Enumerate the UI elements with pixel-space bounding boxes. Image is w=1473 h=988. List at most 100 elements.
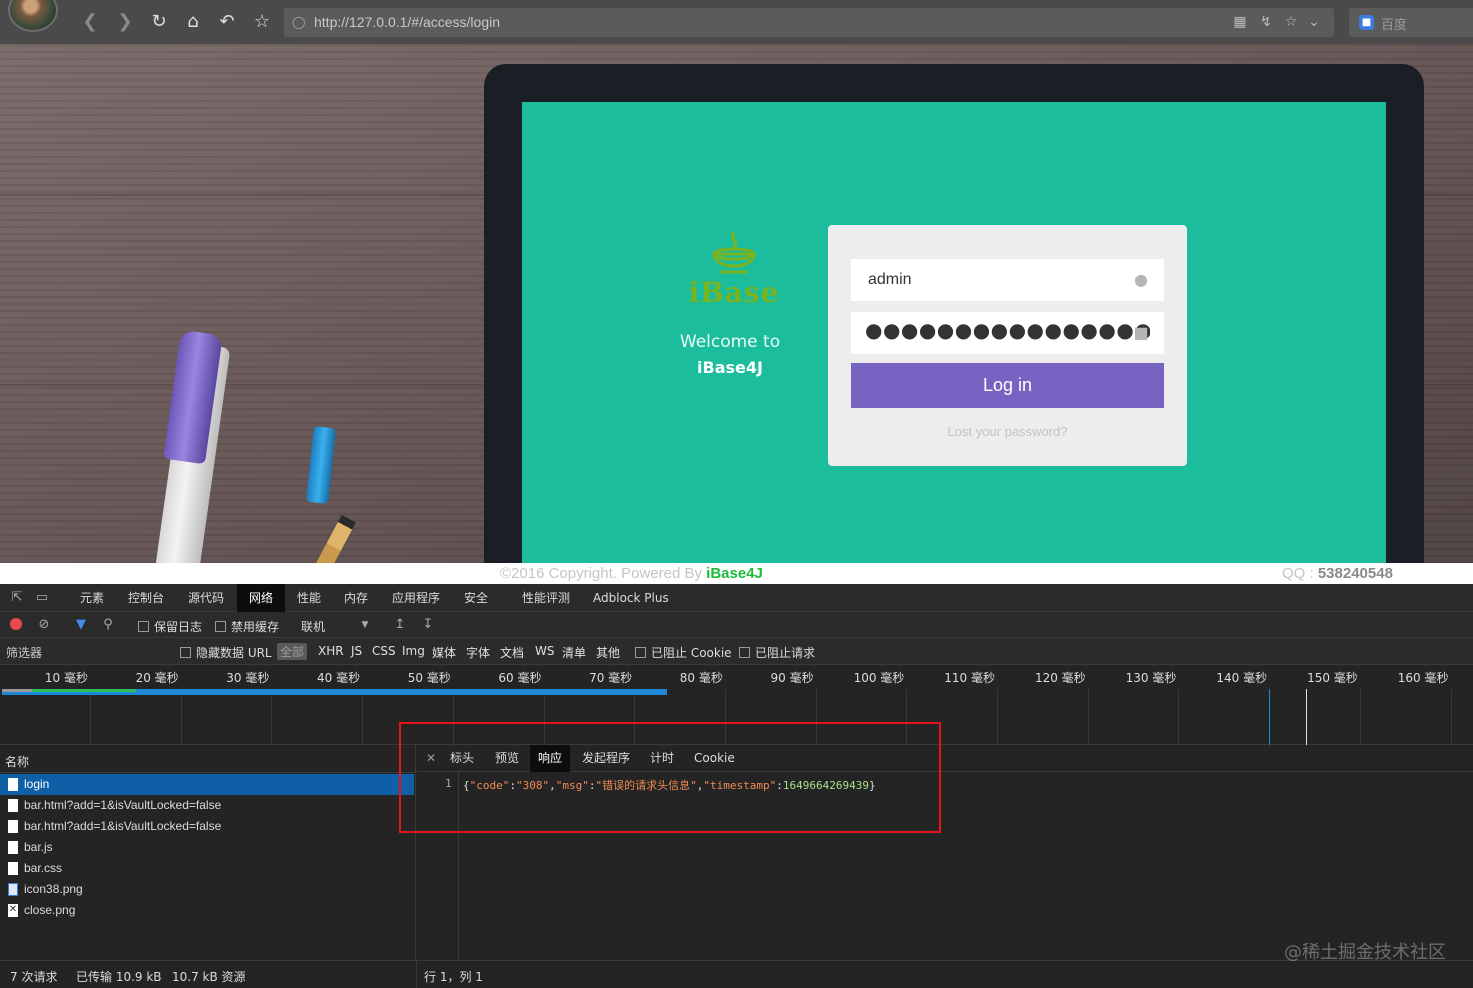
- document-icon: [8, 820, 18, 833]
- tab-adblock-plus[interactable]: Adblock Plus: [587, 584, 675, 612]
- disable-cache-checkbox[interactable]: 禁用缓存: [215, 618, 279, 634]
- home-icon[interactable]: ⌂: [181, 10, 205, 34]
- chevron-down-icon[interactable]: ▼: [357, 617, 373, 633]
- timeline-tick-label: 10 毫秒: [44, 671, 88, 685]
- request-row[interactable]: bar.html?add=1&isVaultLocked=false: [0, 795, 414, 816]
- search-icon[interactable]: ⚲: [100, 617, 116, 633]
- star-icon[interactable]: ☆: [250, 10, 274, 34]
- filter-manifest[interactable]: 清单: [562, 644, 586, 661]
- baidu-icon: ■: [1359, 15, 1374, 30]
- request-name: bar.js: [24, 840, 53, 854]
- filter-media[interactable]: 媒体: [432, 644, 456, 661]
- page-viewport: iBase Welcome to iBase4J admin ● ●●●●●●●…: [0, 44, 1473, 584]
- tab-lighthouse[interactable]: 性能评测: [516, 584, 576, 612]
- tab-elements[interactable]: 元素: [74, 584, 110, 612]
- tab-performance[interactable]: 性能: [291, 584, 327, 612]
- blocked-cookies-checkbox[interactable]: 已阻止 Cookie: [635, 644, 732, 660]
- filter-icon[interactable]: ▼: [73, 617, 89, 633]
- tab-network[interactable]: 网络: [237, 584, 286, 612]
- request-name: bar.html?add=1&isVaultLocked=false: [24, 798, 222, 812]
- timeline-gridline: [271, 689, 273, 745]
- request-name: bar.css: [24, 861, 63, 875]
- filter-img[interactable]: Img: [402, 644, 425, 658]
- username-field[interactable]: admin ●: [851, 259, 1164, 301]
- filter-ws[interactable]: WS: [535, 644, 554, 658]
- request-name: close.png: [24, 903, 76, 917]
- timeline-tick-label: 160 毫秒: [1397, 671, 1449, 685]
- timeline-tick-label: 70 毫秒: [589, 671, 633, 685]
- filter-other[interactable]: 其他: [596, 644, 620, 661]
- qq-number: 538240548: [1317, 565, 1393, 582]
- tab-sources[interactable]: 源代码: [182, 584, 230, 612]
- reload-icon[interactable]: ↻: [147, 10, 171, 34]
- hide-data-url-checkbox[interactable]: 隐藏数据 URL: [180, 644, 272, 660]
- watermark: @稀土掘金技术社区: [1284, 942, 1446, 963]
- browser-toolbar: ❮ ❯ ↻ ⌂ ↶ ☆ ◯ http://127.0.0.1/#/access/…: [0, 0, 1473, 44]
- chevron-down-icon[interactable]: ⌄: [1306, 14, 1322, 30]
- throttle-select[interactable]: 联机: [301, 618, 325, 634]
- copyright-text: ©2016 Copyright. Powered By iBase4J: [500, 565, 763, 582]
- request-row[interactable]: login: [0, 774, 414, 795]
- name-column-header[interactable]: 名称: [0, 751, 416, 773]
- filter-doc[interactable]: 文档: [500, 644, 524, 661]
- clear-icon[interactable]: ⊘: [36, 617, 52, 633]
- tab-security[interactable]: 安全: [458, 584, 494, 612]
- forward-icon[interactable]: ❯: [113, 10, 137, 34]
- blocked-requests-checkbox[interactable]: 已阻止请求: [739, 644, 815, 660]
- bookmark-star-icon[interactable]: ☆: [1283, 14, 1299, 30]
- inspect-icon[interactable]: ⇱: [9, 590, 25, 606]
- filter-input[interactable]: 筛选器: [6, 644, 42, 661]
- blue-cap-image: [306, 426, 336, 504]
- document-icon: [8, 778, 18, 791]
- request-name: bar.html?add=1&isVaultLocked=false: [24, 819, 222, 833]
- lightning-icon[interactable]: ↯: [1258, 14, 1274, 30]
- tab-console[interactable]: 控制台: [122, 584, 170, 612]
- request-row[interactable]: ✕ close.png: [0, 900, 414, 921]
- request-row[interactable]: bar.js: [0, 837, 414, 858]
- login-button[interactable]: Log in: [851, 363, 1164, 408]
- request-row[interactable]: bar.css: [0, 858, 414, 879]
- login-card: admin ● ●●●●●●●●●●●●●●●●●●●●●●●●●●●●●● ■…: [828, 225, 1187, 466]
- search-box[interactable]: ■ 百度: [1349, 8, 1473, 37]
- device-toolbar-icon[interactable]: ▭: [34, 590, 50, 606]
- record-icon[interactable]: [10, 618, 22, 630]
- timeline-tick-label: 120 毫秒: [1034, 671, 1086, 685]
- status-divider: [416, 961, 417, 988]
- tab-memory[interactable]: 内存: [338, 584, 374, 612]
- request-row[interactable]: icon38.png: [0, 879, 414, 900]
- load-marker: [1306, 689, 1307, 745]
- timeline-tick-label: 140 毫秒: [1216, 671, 1268, 685]
- qr-code-icon[interactable]: ▦: [1232, 14, 1248, 30]
- timeline-tick-label: 130 毫秒: [1125, 671, 1177, 685]
- import-har-icon[interactable]: ↥: [392, 617, 408, 633]
- export-har-icon[interactable]: ↧: [420, 617, 436, 633]
- password-field[interactable]: ●●●●●●●●●●●●●●●●●●●●●●●●●●●●●● ■: [851, 312, 1164, 354]
- address-bar[interactable]: ◯ http://127.0.0.1/#/access/login ▦ ↯ ☆ …: [284, 8, 1334, 37]
- filter-xhr[interactable]: XHR: [318, 644, 344, 658]
- user-icon: ●: [1134, 270, 1148, 289]
- password-value[interactable]: ●●●●●●●●●●●●●●●●●●●●●●●●●●●●●●: [865, 318, 1150, 342]
- url-text[interactable]: http://127.0.0.1/#/access/login: [314, 14, 500, 30]
- username-value[interactable]: admin: [868, 271, 912, 289]
- shield-icon: ◯: [292, 15, 306, 29]
- cursor-position: 行 1，列 1: [424, 970, 483, 984]
- back-icon[interactable]: ❮: [78, 10, 102, 34]
- request-row[interactable]: bar.html?add=1&isVaultLocked=false: [0, 816, 414, 837]
- undo-icon[interactable]: ↶: [215, 10, 239, 34]
- timeline-tick-label: 80 毫秒: [679, 671, 723, 685]
- timeline-tick-label: 50 毫秒: [407, 671, 451, 685]
- timeline-bar-waiting: [32, 689, 136, 692]
- document-icon: [8, 841, 18, 854]
- filter-css[interactable]: CSS: [372, 644, 396, 658]
- user-avatar[interactable]: [8, 0, 58, 32]
- preserve-log-checkbox[interactable]: 保留日志: [138, 618, 202, 634]
- timeline-bar-queue: [2, 689, 32, 692]
- filter-js[interactable]: JS: [351, 644, 362, 658]
- copyright-brand[interactable]: iBase4J: [706, 565, 763, 582]
- filter-all[interactable]: 全部: [277, 643, 308, 660]
- timeline-gridline: [997, 689, 998, 745]
- tab-application[interactable]: 应用程序: [386, 584, 446, 612]
- filter-font[interactable]: 字体: [466, 644, 490, 661]
- lost-password-link[interactable]: Lost your password?: [828, 424, 1187, 439]
- transferred-size: 已传输 10.9 kB: [76, 970, 162, 984]
